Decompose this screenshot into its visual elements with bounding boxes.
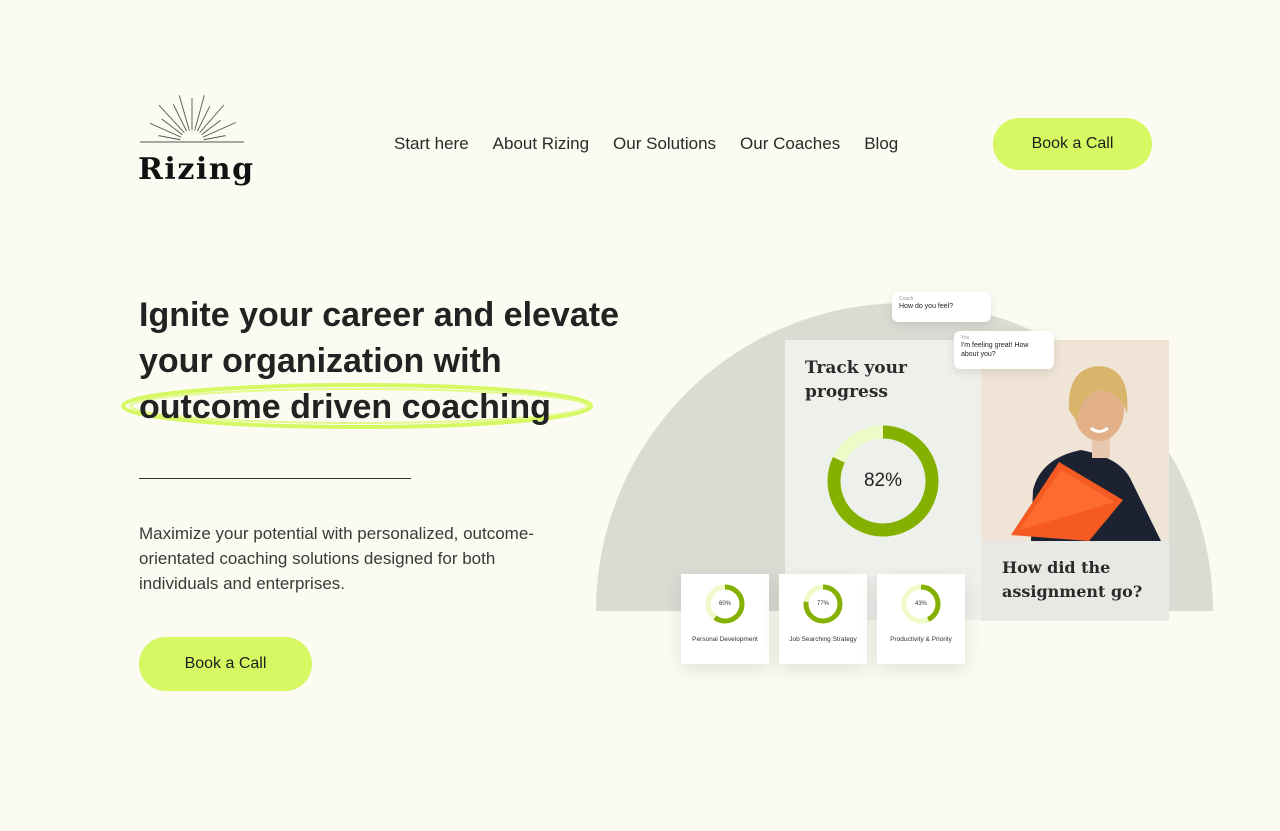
hero-subtext: Maximize your potential with personalize… xyxy=(139,524,534,593)
chat-message: I'm feeling great! How about you? xyxy=(961,342,1029,358)
chat-message: How do you feel? xyxy=(899,303,954,310)
nav-start-here[interactable]: Start here xyxy=(394,134,469,154)
track-progress-title: Track your progress xyxy=(805,358,907,402)
nav-our-coaches[interactable]: Our Coaches xyxy=(740,134,840,154)
headline-line-1: Ignite your career and elevate xyxy=(139,296,619,334)
main-nav: Start here About Rizing Our Solutions Ou… xyxy=(394,134,922,154)
hero-headline: Ignite your career and elevate your orga… xyxy=(121,292,659,430)
nav-about-rizing[interactable]: About Rizing xyxy=(493,134,589,154)
metric-value: 77% xyxy=(816,601,829,607)
metric-card-productivity-priority: 43% Productivity & Priority xyxy=(877,574,965,664)
sun-ray xyxy=(194,95,205,131)
sun-ray xyxy=(178,95,190,131)
coachee-photo xyxy=(981,340,1169,541)
logo-text: Rizing xyxy=(138,152,255,187)
header-book-call-button[interactable]: Book a Call xyxy=(993,118,1152,170)
assignment-question: How did the assignment go? xyxy=(1002,558,1143,601)
metric-value: 43% xyxy=(914,601,927,607)
hero-divider xyxy=(139,478,411,479)
metric-label: Personal Development xyxy=(692,636,758,643)
nav-our-solutions[interactable]: Our Solutions xyxy=(613,134,716,154)
metric-card-job-searching-strategy: 77% Job Searching Strategy xyxy=(779,574,867,664)
chat-bubble-coach: Coach How do you feel? xyxy=(892,292,991,322)
metric-label: Productivity & Priority xyxy=(890,636,952,643)
assignment-question-card: How did the assignment go? xyxy=(981,541,1169,621)
hero-book-call-button[interactable]: Book a Call xyxy=(139,637,312,691)
metric-card-personal-development: 60% Personal Development xyxy=(681,574,769,664)
metric-label: Job Searching Strategy xyxy=(789,636,857,643)
sunrise-icon xyxy=(140,95,244,143)
logo[interactable]: Rizing xyxy=(138,92,253,192)
woman-with-folder-image xyxy=(981,340,1169,541)
overall-progress-value: 82% xyxy=(863,470,903,491)
metric-value: 60% xyxy=(718,601,731,607)
sun-ray xyxy=(203,135,226,141)
sun-ray xyxy=(158,135,181,141)
sun-ray xyxy=(196,105,211,132)
sun-ray xyxy=(172,104,188,132)
nav-blog[interactable]: Blog xyxy=(864,134,898,154)
chat-bubble-you: You I'm feeling great! How about you? xyxy=(954,331,1054,369)
headline-highlight: outcome driven coaching xyxy=(121,383,659,430)
